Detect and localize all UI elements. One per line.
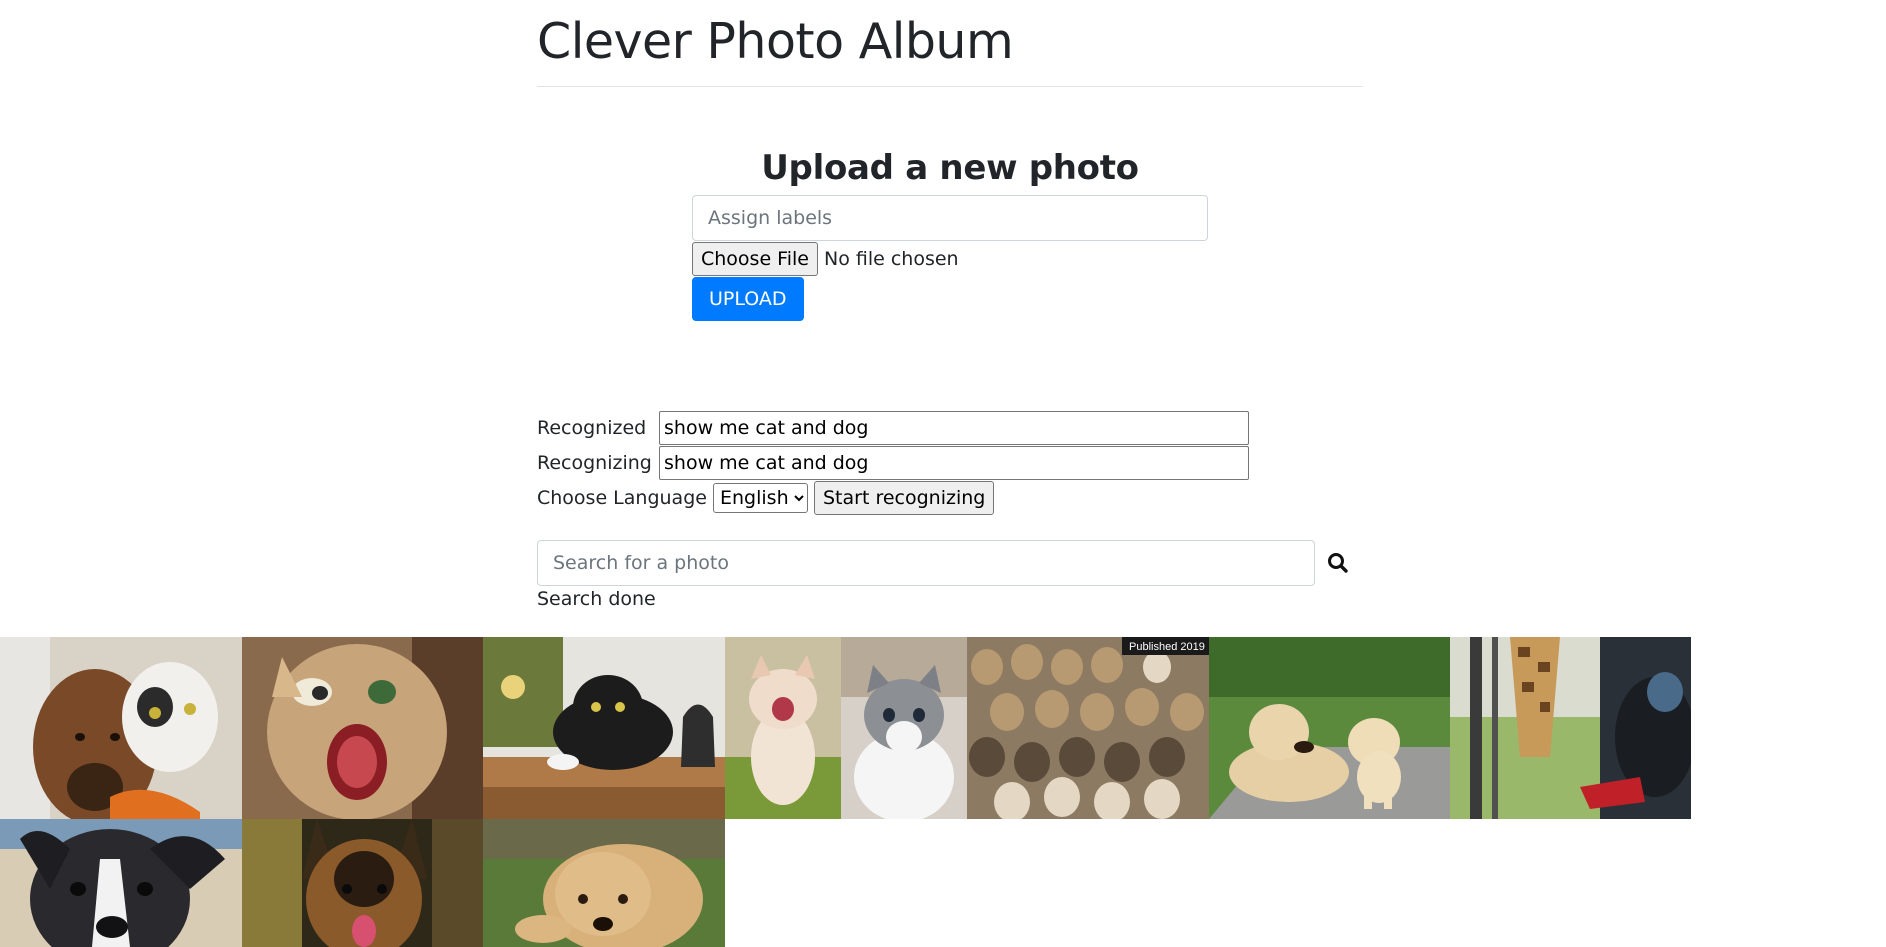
dog-and-puppy-photo[interactable]: [1209, 637, 1450, 819]
giraffe-bus-photo[interactable]: [1450, 637, 1691, 819]
recognizing-input[interactable]: [659, 446, 1249, 480]
yawning-kitten-photo[interactable]: [725, 637, 841, 819]
many-cats-photo[interactable]: Published 2019: [967, 637, 1209, 819]
recognized-input[interactable]: [659, 411, 1249, 445]
upload-button[interactable]: UPLOAD: [692, 277, 804, 321]
file-status-text: No file chosen: [823, 248, 959, 270]
choose-language-label: Choose Language :: [537, 487, 720, 509]
start-recognizing-button[interactable]: Start recognizing: [814, 481, 995, 515]
grey-kitten-photo[interactable]: [841, 637, 967, 819]
black-white-cat-photo[interactable]: [483, 637, 725, 819]
choose-file-button[interactable]: Choose File: [692, 242, 818, 276]
golden-puppy-photo[interactable]: [483, 819, 725, 947]
german-shepherd-photo[interactable]: [242, 819, 483, 947]
recognized-row: Recognized :: [537, 411, 1249, 445]
black-puppy-photo[interactable]: [0, 819, 242, 947]
recognizing-label: Recognizing :: [537, 452, 665, 474]
dog-and-cat-photo[interactable]: [0, 637, 242, 819]
search-icon: [1323, 553, 1353, 581]
search-status-text: Search done: [537, 588, 656, 610]
upload-heading: Upload a new photo: [761, 148, 1139, 188]
hissing-cat-photo[interactable]: [242, 637, 483, 819]
page: Clever Photo Album Upload a new photo Ch…: [0, 0, 1886, 947]
app-title: Clever Photo Album: [537, 13, 1014, 70]
recognized-label: Recognized :: [537, 417, 665, 439]
assign-labels-input[interactable]: [692, 195, 1208, 241]
recognizing-row: Recognizing :: [537, 446, 1249, 480]
file-picker: Choose File No file chosen: [692, 242, 959, 276]
search-button[interactable]: [1323, 548, 1353, 578]
search-input[interactable]: [537, 540, 1315, 586]
title-divider: [537, 86, 1363, 87]
language-select[interactable]: English: [713, 483, 808, 513]
published-badge: Published 2019: [1129, 641, 1205, 653]
language-row: Choose Language : English Start recogniz…: [537, 481, 995, 515]
